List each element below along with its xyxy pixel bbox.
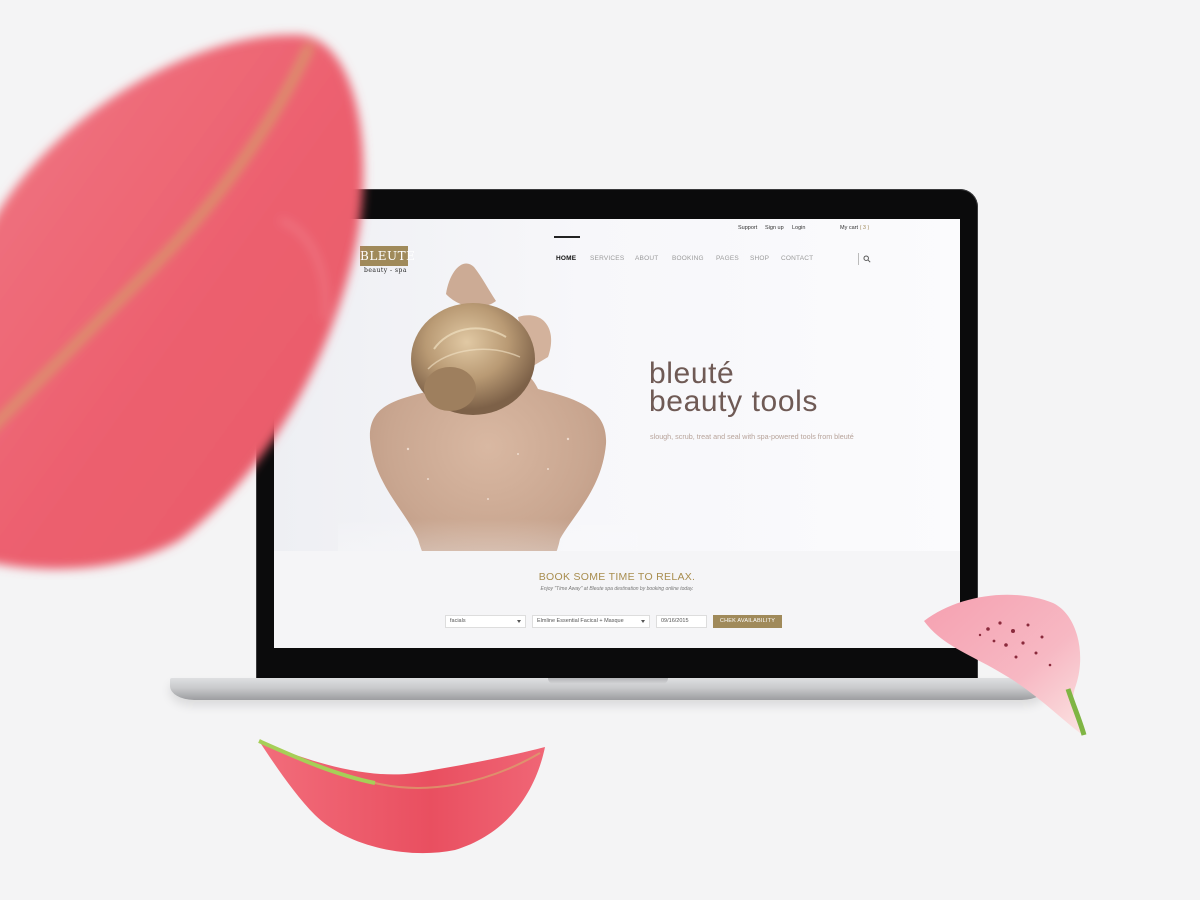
booking-subtitle: Enjoy "Time Away" at Bleute spa destinat… — [540, 586, 694, 592]
date-field[interactable]: 09/16/2015 — [656, 615, 707, 628]
hero-subtitle: slough, scrub, treat and seal with spa-p… — [650, 432, 854, 441]
nav-item-home[interactable]: HOME — [556, 255, 576, 262]
laptop-screen: Support Sign up Login My cart ( 3 ) BLEU… — [274, 219, 960, 648]
brand-logo[interactable]: BLEUTE beauty - spa — [360, 246, 415, 276]
login-link[interactable]: Login — [792, 225, 805, 231]
red-petal-bottom-image — [258, 739, 545, 854]
cart-count: ( 3 ) — [859, 225, 870, 231]
logo-mark: BLEUTE — [360, 246, 415, 266]
search-icon[interactable] — [863, 255, 871, 263]
hero-title-line2: beauty tools — [649, 385, 818, 418]
service-select-value: Elmline Essential Facical + Masque — [537, 618, 624, 624]
dropdown-caret-icon — [517, 620, 521, 623]
cart-label: My cart — [840, 225, 859, 231]
mockup-stage: Support Sign up Login My cart ( 3 ) BLEU… — [0, 0, 1200, 900]
nav-item-pages[interactable]: PAGES — [716, 255, 739, 262]
signup-link[interactable]: Sign up — [765, 225, 784, 231]
service-select[interactable]: Elmline Essential Facical + Masque — [532, 615, 650, 628]
nav-item-booking[interactable]: BOOKING — [672, 255, 704, 262]
cart-link[interactable]: My cart ( 3 ) — [840, 225, 869, 231]
booking-section: BOOK SOME TIME TO RELAX. Enjoy "Time Awa… — [274, 551, 960, 648]
hero-woman-image — [338, 263, 638, 579]
laptop-notch — [548, 678, 668, 684]
dropdown-caret-icon — [641, 620, 645, 623]
hero-section: Support Sign up Login My cart ( 3 ) BLEU… — [274, 219, 960, 579]
nav-item-services[interactable]: SERVICES — [590, 255, 624, 262]
date-field-value: 09/16/2015 — [661, 618, 689, 624]
hero-title-line1: bleuté — [649, 357, 735, 390]
category-select-value: facials — [450, 618, 466, 624]
category-select[interactable]: facials — [445, 615, 526, 628]
booking-title: BOOK SOME TIME TO RELAX. — [538, 571, 696, 583]
nav-divider — [858, 253, 859, 265]
logo-tagline: beauty - spa — [364, 267, 407, 274]
nav-item-contact[interactable]: CONTACT — [781, 255, 813, 262]
nav-active-indicator — [554, 236, 580, 238]
top-utility-bar: Support Sign up Login My cart ( 3 ) — [274, 225, 960, 237]
nav-item-about[interactable]: ABOUT — [635, 255, 658, 262]
support-link[interactable]: Support — [738, 225, 757, 231]
nav-item-shop[interactable]: SHOP — [750, 255, 769, 262]
check-availability-button[interactable]: CHEK AVAILABILITY — [713, 615, 782, 628]
hero-title: bleuté beauty tools — [649, 357, 818, 418]
